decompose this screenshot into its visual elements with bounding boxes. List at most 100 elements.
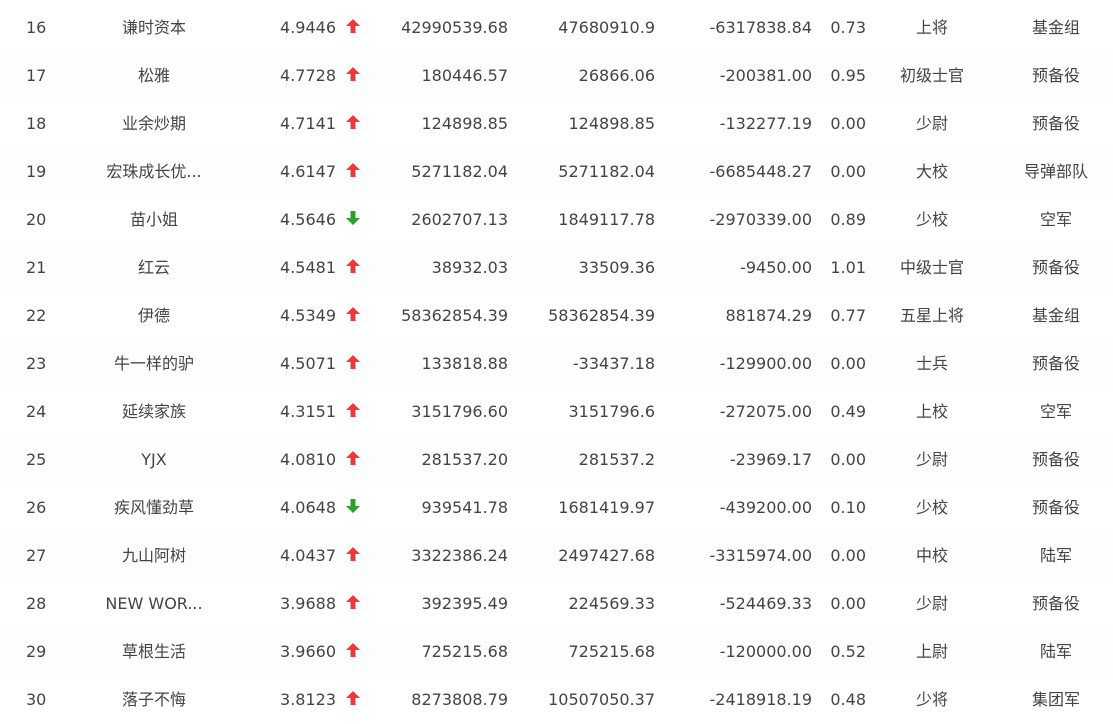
unit-cell: 空军 [1039,210,1072,229]
unit-cell: 导弹部队 [1023,162,1088,181]
arrow-up-icon [344,340,362,388]
ratio-cell: 0.52 [830,642,866,661]
score-cell: 4.6147 [280,162,336,181]
value-2-cell: 33509.36 [578,258,655,277]
rank-cell: 29 [26,642,47,661]
table-row[interactable]: 30 落子不悔 3.8123 8273808.79 10507050.37 -241891… [0,676,1113,724]
value-2-cell: 725215.68 [568,642,655,661]
military-rank-cell: 中级士官 [899,258,964,277]
ranking-table: 16 谦时资本 4.9446 42990539.68 47680910.9 -631783… [0,0,1113,724]
value-3-cell: -2418918.19 [709,690,812,709]
value-2-cell: 1681419.97 [558,498,655,517]
table-row[interactable]: 17 松雅 4.7728 180446.57 26866.06 -200381.00 0.9… [0,52,1113,100]
table-row[interactable]: 27 九山阿树 4.0437 3322386.24 2497427.68 -3315974… [0,532,1113,580]
value-2-cell: 58362854.39 [548,306,655,325]
arrow-down-icon [344,196,362,244]
value-1-cell: 281537.20 [421,450,508,469]
table-row[interactable]: 19 宏珠成长优... 4.6147 5271182.04 5271182.04 -668… [0,148,1113,196]
military-rank-cell: 少校 [915,210,948,229]
unit-cell: 预备役 [1031,450,1080,469]
score-cell: 4.5349 [280,306,336,325]
table-row[interactable]: 23 牛一样的驴 4.5071 133818.88 -33437.18 -129900.0… [0,340,1113,388]
table-row[interactable]: 22 伊德 4.5349 58362854.39 58362854.39 881874.2… [0,292,1113,340]
score-cell: 4.0810 [280,450,336,469]
military-rank-cell: 五星上将 [899,306,964,325]
table-row[interactable]: 16 谦时资本 4.9446 42990539.68 47680910.9 -631783… [0,4,1113,52]
value-2-cell: 1849117.78 [558,210,655,229]
rank-cell: 28 [26,594,47,613]
name-cell: 松雅 [137,66,170,85]
name-cell: 延续家族 [121,402,186,421]
arrow-down-icon [344,484,362,532]
table-row[interactable]: 20 苗小姐 4.5646 2602707.13 1849117.78 -2970339.… [0,196,1113,244]
military-rank-cell: 上将 [915,18,948,37]
value-3-cell: -6685448.27 [709,162,812,181]
score-cell: 4.9446 [280,18,336,37]
military-rank-cell: 初级士官 [899,66,964,85]
unit-cell: 空军 [1039,402,1072,421]
arrow-up-icon [344,148,362,196]
value-3-cell: -129900.00 [719,354,812,373]
name-cell: 苗小姐 [129,210,178,229]
score-cell: 4.3151 [280,402,336,421]
military-rank-cell: 士兵 [915,354,948,373]
value-1-cell: 8273808.79 [411,690,508,709]
ratio-cell: 0.00 [830,114,866,133]
arrow-up-icon [344,292,362,340]
military-rank-cell: 上尉 [915,642,948,661]
table-row[interactable]: 28 NEW WOR... 3.9688 392395.49 224569.33 -524… [0,580,1113,628]
ratio-cell: 0.48 [830,690,866,709]
value-1-cell: 58362854.39 [401,306,508,325]
value-2-cell: 5271182.04 [558,162,655,181]
unit-cell: 预备役 [1031,258,1080,277]
arrow-up-icon [344,52,362,100]
score-cell: 4.0437 [280,546,336,565]
ratio-cell: 0.00 [830,162,866,181]
value-2-cell: 10507050.37 [548,690,655,709]
name-cell: 疾风懂劲草 [113,498,194,517]
military-rank-cell: 少尉 [915,114,948,133]
arrow-up-icon [344,388,362,436]
table-row[interactable]: 24 延续家族 4.3151 3151796.60 3151796.6 -272075.0… [0,388,1113,436]
arrow-up-icon [344,532,362,580]
name-cell: 落子不悔 [121,690,186,709]
value-3-cell: -272075.00 [719,402,812,421]
table-row[interactable]: 29 草根生活 3.9660 725215.68 725215.68 -120000.00… [0,628,1113,676]
name-cell: 草根生活 [121,642,186,661]
unit-cell: 预备役 [1031,498,1080,517]
rank-cell: 30 [26,690,47,709]
rank-cell: 17 [26,66,47,85]
value-1-cell: 939541.78 [421,498,508,517]
ratio-cell: 0.95 [830,66,866,85]
military-rank-cell: 中校 [915,546,948,565]
unit-cell: 陆军 [1039,642,1072,661]
score-cell: 3.9688 [280,594,336,613]
name-cell: 伊德 [137,306,170,325]
arrow-up-icon [344,628,362,676]
rank-cell: 24 [26,402,47,421]
rank-cell: 19 [26,162,47,181]
value-1-cell: 133818.88 [421,354,508,373]
unit-cell: 陆军 [1039,546,1072,565]
ratio-cell: 0.49 [830,402,866,421]
value-3-cell: -9450.00 [740,258,812,277]
rank-cell: 23 [26,354,47,373]
table-row[interactable]: 25 YJX 4.0810 281537.20 281537.2 -23969.17 0.0… [0,436,1113,484]
table-row[interactable]: 26 疾风懂劲草 4.0648 939541.78 1681419.97 -439200.… [0,484,1113,532]
score-cell: 4.7141 [280,114,336,133]
table-row[interactable]: 21 红云 4.5481 38932.03 33509.36 -9450.00 1.01 中级… [0,244,1113,292]
score-cell: 4.5481 [280,258,336,277]
value-2-cell: -33437.18 [572,354,655,373]
military-rank-cell: 少将 [915,690,948,709]
value-3-cell: -200381.00 [719,66,812,85]
unit-cell: 预备役 [1031,66,1080,85]
unit-cell: 基金组 [1031,306,1080,325]
unit-cell: 预备役 [1031,114,1080,133]
value-3-cell: -524469.33 [719,594,812,613]
unit-cell: 集团军 [1031,690,1080,709]
rank-cell: 16 [26,18,47,37]
name-cell: 九山阿树 [121,546,186,565]
table-row[interactable]: 18 业余炒期 4.7141 124898.85 124898.85 -132277.19… [0,100,1113,148]
military-rank-cell: 少尉 [915,450,948,469]
value-2-cell: 3151796.6 [568,402,655,421]
